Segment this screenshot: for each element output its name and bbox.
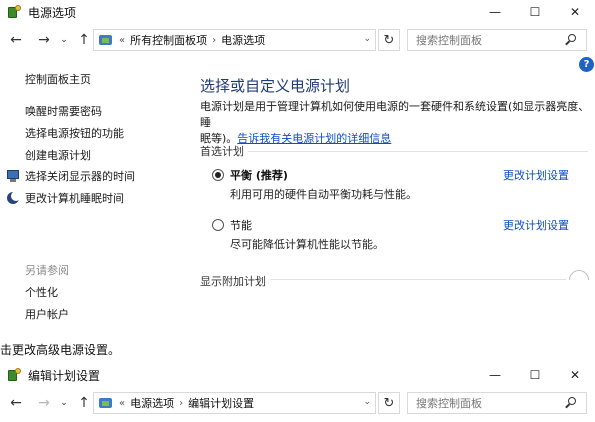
sidebar-item-display-off[interactable]: 选择关闭显示器的时间	[6, 168, 135, 184]
forward-button[interactable]: →	[34, 393, 54, 413]
power-plan-info-link[interactable]: 告诉我有关电源计划的详细信息	[237, 132, 391, 145]
breadcrumb-overflow[interactable]: «	[119, 35, 125, 46]
close-button[interactable]: ✕	[555, 363, 595, 387]
edit-plan-settings-window: 编辑计划设置 — ☐ ✕ ← → ⌄ ↑ « 电源选项 › 编辑计划设置 ⌄ ↻	[0, 363, 595, 422]
refresh-button[interactable]: ↻	[378, 29, 400, 51]
window-controls: — ☐ ✕	[475, 0, 595, 24]
title-bar[interactable]: 编辑计划设置 — ☐ ✕	[0, 363, 595, 387]
monitor-icon	[6, 169, 20, 183]
window-controls: — ☐ ✕	[475, 363, 595, 387]
sidebar-item-label: 选择关闭显示器的时间	[25, 170, 135, 183]
breadcrumb-item-edit-plan-settings[interactable]: 编辑计划设置	[188, 395, 254, 411]
title-bar[interactable]: 电源选项 — ☐ ✕	[0, 0, 595, 24]
address-row: ← → ⌄ ↑ « 电源选项 › 编辑计划设置 ⌄ ↻	[0, 387, 595, 419]
plan-balanced-radio[interactable]	[212, 169, 224, 181]
sidebar-item-label: 更改计算机睡眠时间	[25, 192, 124, 205]
description-line: 电源计划是用于管理计算机如何使用电源的一套硬件和系统设置(如显示器亮度、睡	[200, 100, 590, 129]
sidebar-item-control-panel-home[interactable]: 控制面板主页	[25, 71, 91, 87]
plan-power-saver-change-settings-link[interactable]: 更改计划设置	[503, 217, 569, 233]
address-dropdown-icon[interactable]: ⌄	[363, 397, 371, 407]
instruction-caption: 击更改高级电源设置。	[0, 343, 121, 357]
power-options-window: 电源选项 — ☐ ✕ ← → ⌄ ↑ « 所有控制面板项 › 电源选项 ⌄ ↻ …	[0, 0, 595, 338]
control-panel-icon	[98, 396, 114, 410]
page-title: 选择或自定义电源计划	[200, 77, 351, 95]
back-button[interactable]: ←	[6, 30, 26, 50]
page-description: 电源计划是用于管理计算机如何使用电源的一套硬件和系统设置(如显示器亮度、睡 眠等…	[200, 99, 590, 147]
breadcrumb-item-all-control-panel[interactable]: 所有控制面板项	[130, 32, 207, 48]
close-button[interactable]: ✕	[555, 0, 595, 24]
breadcrumb-separator: ›	[179, 397, 184, 409]
sidebar-item-user-accounts[interactable]: 用户帐户	[25, 306, 69, 322]
minimize-button[interactable]: —	[475, 363, 515, 387]
breadcrumb-overflow[interactable]: «	[119, 398, 125, 409]
address-dropdown-icon[interactable]: ⌄	[363, 34, 371, 44]
maximize-button[interactable]: ☐	[515, 0, 555, 24]
plan-balanced-change-settings-link[interactable]: 更改计划设置	[503, 167, 569, 183]
maximize-button[interactable]: ☐	[515, 363, 555, 387]
plan-balanced-name[interactable]: 平衡 (推荐)	[230, 167, 288, 183]
search-box[interactable]	[407, 392, 587, 414]
back-button[interactable]: ←	[6, 393, 26, 413]
recent-locations-button[interactable]: ⌄	[58, 393, 70, 413]
control-panel-icon	[98, 33, 114, 47]
plan-balanced-desc: 利用可用的硬件自动平衡功耗与性能。	[230, 188, 417, 201]
minimize-button[interactable]: —	[475, 0, 515, 24]
sidebar-item-sleep-time[interactable]: 更改计算机睡眠时间	[6, 190, 124, 206]
moon-icon	[6, 191, 21, 205]
sidebar-item-require-password[interactable]: 唤醒时需要密码	[25, 103, 102, 119]
search-icon[interactable]	[564, 33, 578, 47]
forward-button[interactable]: →	[34, 30, 54, 50]
see-also-heading: 另请参阅	[25, 264, 69, 277]
refresh-button[interactable]: ↻	[378, 392, 400, 414]
up-button[interactable]: ↑	[74, 393, 94, 413]
address-bar[interactable]: « 电源选项 › 编辑计划设置 ⌄	[93, 392, 376, 414]
power-options-icon	[6, 4, 22, 20]
section-divider	[248, 151, 588, 152]
breadcrumb-item-power-options[interactable]: 电源选项	[221, 32, 265, 48]
address-row: ← → ⌄ ↑ « 所有控制面板项 › 电源选项 ⌄ ↻	[0, 24, 595, 56]
section-divider	[270, 279, 566, 280]
sidebar-item-power-buttons[interactable]: 选择电源按钮的功能	[25, 125, 124, 141]
sidebar-item-personalization[interactable]: 个性化	[25, 284, 58, 300]
breadcrumb-separator: ›	[212, 34, 217, 46]
up-button[interactable]: ↑	[74, 30, 94, 50]
search-box[interactable]	[407, 29, 587, 51]
plan-power-saver-radio[interactable]	[212, 219, 224, 231]
search-input[interactable]	[416, 396, 556, 410]
recent-locations-button[interactable]: ⌄	[58, 30, 70, 50]
plan-power-saver-desc: 尽可能降低计算机性能以节能。	[230, 238, 384, 251]
plan-power-saver-name[interactable]: 节能	[230, 217, 252, 233]
window-title: 电源选项	[28, 5, 77, 20]
preferred-plans-heading: 首选计划	[200, 145, 244, 158]
expand-additional-plans-button[interactable]	[564, 265, 594, 295]
search-icon[interactable]	[564, 396, 578, 410]
sidebar-item-create-plan[interactable]: 创建电源计划	[25, 147, 91, 163]
help-icon[interactable]: ?	[579, 57, 594, 72]
address-bar[interactable]: « 所有控制面板项 › 电源选项 ⌄	[93, 29, 376, 51]
additional-plans-heading[interactable]: 显示附加计划	[200, 273, 266, 289]
window-title: 编辑计划设置	[28, 368, 101, 383]
power-options-icon	[6, 367, 22, 383]
breadcrumb-item-power-options[interactable]: 电源选项	[130, 395, 174, 411]
search-input[interactable]	[416, 33, 556, 47]
description-line: 眠等)。告诉我有关电源计划的详细信息	[200, 131, 590, 147]
